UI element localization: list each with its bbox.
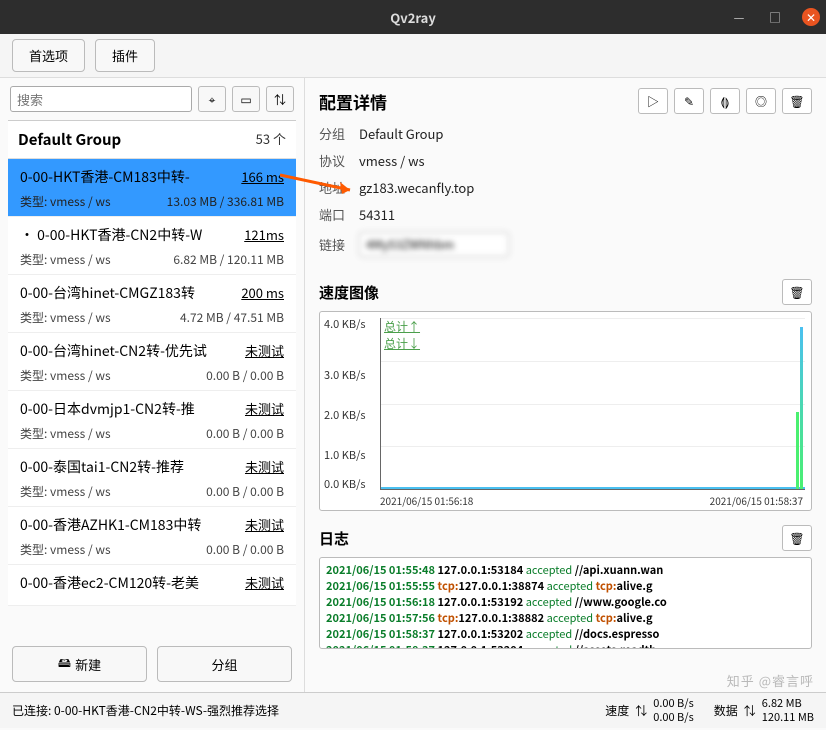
group-name: Default Group [18, 129, 121, 150]
window-title: Qv2ray [390, 8, 436, 27]
conn-latency: 121ms [244, 225, 284, 245]
plugins-button[interactable]: 插件 [95, 39, 155, 72]
field-label: 分组 [319, 124, 359, 143]
updown-icon: ⇅ [744, 702, 756, 719]
field-label: 端口 [319, 205, 359, 224]
conn-name: 0-00-日本dvmjp1-CN2转-推 [20, 399, 195, 419]
log-line: 2021/06/15 01:55:55 tcp:127.0.0.1:38874 … [326, 578, 805, 594]
conn-name: • 0-00-HKT香港-CN2中转-W [20, 225, 202, 245]
conn-type: 类型: vmess / ws [20, 367, 111, 384]
conn-latency: 200 ms [241, 283, 284, 303]
titlebar: Qv2ray — □ ✕ [0, 0, 826, 34]
field-value: gz183.wecanfly.top [359, 178, 474, 197]
conn-name: 0-00-HKT香港-CM183中转- [20, 167, 190, 187]
data-label: 数据 [714, 702, 738, 719]
statusbar: 已连接: 0-00-HKT香港-CN2中转-WS-强烈推荐选择 速度 ⇅ 0.0… [0, 692, 826, 728]
conn-stats: 0.00 B / 0.00 B [206, 425, 284, 442]
conn-type: 类型: vmess / ws [20, 251, 111, 268]
conn-type: 类型: vmess / ws [20, 309, 111, 326]
connection-item[interactable]: 0-00-日本dvmjp1-CN2转-推 未测试类型: vmess / ws 0.0… [8, 391, 296, 449]
conn-stats: 6.82 MB / 120.11 MB [173, 251, 284, 268]
new-button[interactable]: 🖴 新建 [12, 646, 147, 682]
connection-item[interactable]: 0-00-泰国tai1-CN2转-推荐 未测试类型: vmess / ws 0.00… [8, 449, 296, 507]
conn-name: 0-00-香港AZHK1-CM183中转 [20, 515, 201, 535]
conn-latency: 未测试 [245, 515, 284, 535]
share-icon[interactable]: ◎ [746, 88, 776, 114]
speed-label: 速度 [605, 702, 629, 719]
log-line: 2021/06/15 01:56:18 127.0.0.1:53192 acce… [326, 594, 805, 610]
json-edit-icon[interactable]: ⟬⟭ [710, 88, 740, 114]
filter-icon[interactable]: ▭ [232, 86, 260, 112]
link-value[interactable]: 4My53ZWNhbm [359, 232, 509, 257]
conn-name: 0-00-香港ec2-CM120转-老美 [20, 573, 199, 593]
detail-form: 分组Default Group 协议vmess / ws 地址gz183.wec… [319, 124, 812, 265]
group-header[interactable]: Default Group 53 个 [8, 121, 296, 159]
clear-chart-icon[interactable]: 🗑 [782, 279, 812, 305]
field-value: Default Group [359, 124, 444, 143]
conn-name: 0-00-泰国tai1-CN2转-推荐 [20, 457, 184, 477]
conn-stats: 4.72 MB / 47.51 MB [180, 309, 284, 326]
preferences-button[interactable]: 首选项 [12, 39, 85, 72]
locate-icon[interactable]: ⌖ [198, 86, 226, 112]
field-label: 协议 [319, 151, 359, 170]
sort-icon[interactable]: ⇅ [266, 86, 294, 112]
speed-chart: 4.0 KB/s 3.0 KB/s 2.0 KB/s 1.0 KB/s 0.0 … [319, 311, 812, 511]
right-panel: 配置详情 ▷ ✎ ⟬⟭ ◎ 🗑 分组Default Group 协议vmess … [305, 78, 826, 692]
group-count: 53 个 [256, 129, 286, 150]
log-line: 2021/06/15 01:58:37 127.0.0.1:53204 acce… [326, 642, 805, 649]
chart-title: 速度图像 [319, 282, 379, 303]
conn-latency: 未测试 [245, 573, 284, 593]
log-line: 2021/06/15 01:57:56 tcp:127.0.0.1:38882 … [326, 610, 805, 626]
conn-type: 类型: vmess / ws [20, 541, 111, 558]
edit-icon[interactable]: ✎ [674, 88, 704, 114]
updown-icon: ⇅ [635, 702, 647, 719]
conn-latency: 未测试 [245, 341, 284, 361]
field-label: 链接 [319, 235, 359, 254]
log-line: 2021/06/15 01:55:48 127.0.0.1:53184 acce… [326, 562, 805, 578]
conn-name: 0-00-台湾hinet-CN2转-优先试 [20, 341, 207, 361]
field-value: 54311 [359, 205, 395, 224]
watermark: 知乎 @睿言呼 [727, 671, 814, 690]
minimize-icon[interactable]: — [730, 8, 748, 26]
connection-item[interactable]: • 0-00-HKT香港-CN2中转-W 121ms 类型: vmess / ws 6… [8, 217, 296, 275]
conn-type: 类型: vmess / ws [20, 193, 111, 210]
field-value: vmess / ws [359, 151, 425, 170]
connection-item[interactable]: 0-00-HKT香港-CM183中转- 166 ms 类型: vmess / ws 1… [8, 159, 296, 217]
delete-icon[interactable]: 🗑 [782, 88, 812, 114]
conn-stats: 0.00 B / 0.00 B [206, 541, 284, 558]
clear-logs-icon[interactable]: 🗑 [782, 525, 812, 551]
conn-type: 类型: vmess / ws [20, 425, 111, 442]
conn-stats: 0.00 B / 0.00 B [206, 367, 284, 384]
conn-latency: 未测试 [245, 457, 284, 477]
close-icon[interactable]: ✕ [802, 8, 820, 26]
conn-stats: 13.03 MB / 336.81 MB [167, 193, 284, 210]
connection-item[interactable]: 0-00-香港ec2-CM120转-老美 未测试 [8, 565, 296, 606]
conn-latency: 166 ms [241, 167, 284, 187]
group-button[interactable]: 分组 [157, 646, 292, 682]
conn-type: 类型: vmess / ws [20, 483, 111, 500]
conn-latency: 未测试 [245, 399, 284, 419]
status-connected: 已连接: 0-00-HKT香港-CN2中转-WS-强烈推荐选择 [12, 702, 585, 719]
log-viewer[interactable]: 2021/06/15 01:55:48 127.0.0.1:53184 acce… [319, 557, 812, 649]
connection-item[interactable]: 0-00-香港AZHK1-CM183中转 未测试类型: vmess / ws 0.0… [8, 507, 296, 565]
connection-item[interactable]: 0-00-台湾hinet-CMGZ183转 200 ms 类型: vmess / w… [8, 275, 296, 333]
conn-stats: 0.00 B / 0.00 B [206, 483, 284, 500]
conn-name: 0-00-台湾hinet-CMGZ183转 [20, 283, 195, 303]
connection-list: Default Group 53 个 0-00-HKT香港-CM183中转- 16… [8, 120, 296, 636]
search-input[interactable] [10, 86, 192, 112]
play-icon[interactable]: ▷ [638, 88, 668, 114]
toolbar: 首选项 插件 [0, 34, 826, 78]
field-label: 地址 [319, 178, 359, 197]
detail-title: 配置详情 [319, 89, 387, 114]
log-line: 2021/06/15 01:58:37 127.0.0.1:53202 acce… [326, 626, 805, 642]
maximize-icon[interactable]: □ [766, 8, 784, 26]
connection-item[interactable]: 0-00-台湾hinet-CN2转-优先试 未测试类型: vmess / ws 0.… [8, 333, 296, 391]
left-panel: ⌖ ▭ ⇅ Default Group 53 个 0-00-HKT香港-CM18… [0, 78, 305, 692]
logs-title: 日志 [319, 528, 349, 549]
